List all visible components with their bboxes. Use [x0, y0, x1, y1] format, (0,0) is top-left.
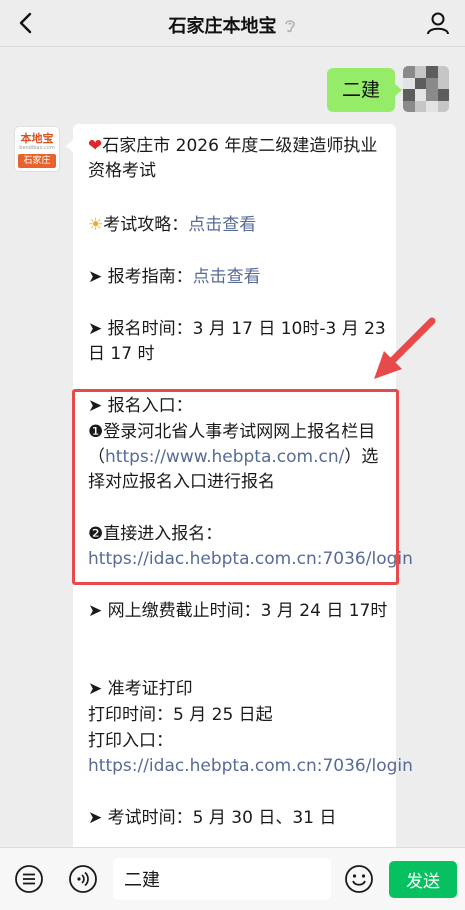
- message-input[interactable]: [113, 858, 331, 900]
- message-heading: ❤石家庄市 2026 年度二级建造师执业资格考试: [88, 136, 378, 181]
- registration-time-line: ➤ 报名时间：3 月 17 日 10时-3 月 23 日 17 时: [88, 319, 386, 364]
- admit-card-title: ➤ 准考证打印: [88, 679, 193, 699]
- red-arrow-icon: [374, 317, 436, 379]
- fee-deadline-line: ➤ 网上缴费截止时间：3 月 24 日 17时: [88, 601, 388, 621]
- bot-avatar[interactable]: 本地宝 bendibao.com 石家庄: [14, 126, 60, 172]
- user-avatar[interactable]: [403, 66, 449, 112]
- print-entry-link[interactable]: https://idac.hebpta.com.cn:7036/login: [88, 756, 413, 776]
- strategy-line: ☀考试攻略：点击查看: [88, 215, 257, 235]
- menu-list-icon[interactable]: [14, 864, 44, 894]
- guide-link[interactable]: 点击查看: [193, 267, 261, 287]
- avatar-city: 石家庄: [18, 154, 56, 168]
- send-button[interactable]: 发送: [389, 861, 457, 898]
- arrow-icon: ➤: [88, 319, 108, 339]
- highlight-box: [72, 389, 399, 585]
- user-message-bubble[interactable]: 二建: [327, 68, 402, 112]
- print-time-line: 打印时间：5 月 25 日起: [88, 705, 273, 725]
- arrow-icon: ➤: [88, 808, 108, 828]
- arrow-icon: ➤: [88, 679, 108, 699]
- chat-area[interactable]: 二建 本地宝 bendibao.com 石家庄 ❤石家庄市 2026 年度二级建…: [0, 47, 465, 847]
- earpiece-icon: [284, 20, 295, 33]
- person-icon[interactable]: [425, 10, 451, 36]
- strategy-link[interactable]: 点击查看: [188, 215, 256, 235]
- sun-icon: ☀: [88, 215, 104, 235]
- input-bar: 发送: [0, 847, 465, 910]
- top-bar: 石家庄本地宝: [0, 0, 465, 47]
- heart-icon: ❤: [88, 136, 103, 156]
- chat-title: 石家庄本地宝: [0, 12, 465, 38]
- exam-time-line: ➤ 考试时间：5 月 30 日、31 日: [88, 808, 337, 828]
- emoji-icon[interactable]: [344, 864, 374, 894]
- voice-icon[interactable]: [68, 864, 98, 894]
- arrow-icon: ➤: [88, 601, 108, 621]
- guide-line: ➤ 报考指南：点击查看: [88, 267, 261, 287]
- chat-title-text: 石家庄本地宝: [168, 16, 277, 37]
- avatar-brand: 本地宝: [20, 132, 54, 145]
- avatar-url: bendibao.com: [19, 145, 55, 151]
- print-entry-line: 打印入口：https://idac.hebpta.com.cn:7036/log…: [88, 731, 413, 776]
- arrow-icon: ➤: [88, 267, 108, 287]
